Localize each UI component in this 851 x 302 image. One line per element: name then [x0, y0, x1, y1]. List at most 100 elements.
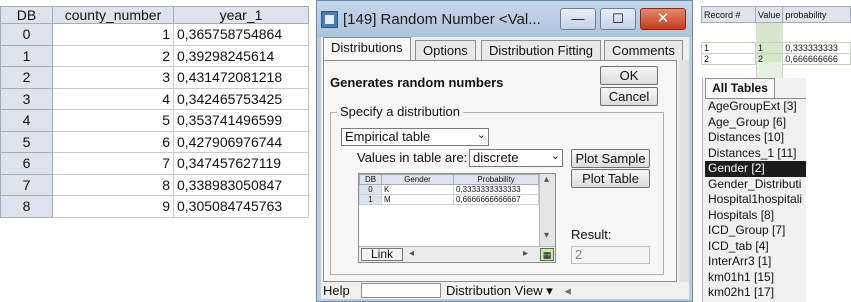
grid-cell-db[interactable]: 7	[0, 173, 53, 196]
grid-cell-year-1[interactable]: 0,305084745763	[173, 195, 309, 218]
grid-cell-year-1[interactable]: 0,427906976744	[173, 130, 309, 153]
empirical-cell-gender[interactable]: K	[381, 184, 454, 195]
empirical-table-editor[interactable]: DB Gender Probability 0 K 0,3333333333333 1…	[358, 173, 556, 263]
maximize-button[interactable]: ☐	[600, 8, 636, 30]
table-row[interactable]: 7 8 0,338983050847	[0, 173, 309, 196]
scroll-up-icon[interactable]: ▴	[544, 174, 549, 185]
tables-list[interactable]: AgeGroupExt [3] Age_Group [6] Distances [1…	[705, 98, 806, 301]
grid-cell-county-number[interactable]: 8	[52, 173, 174, 196]
record-cell-value[interactable]: 1	[754, 42, 784, 54]
grid-cell-db[interactable]: 0	[0, 23, 53, 46]
distribution-select[interactable]: Empirical table ⌄	[341, 128, 489, 146]
table-row[interactable]: 6 7 0,347457627119	[0, 152, 309, 175]
grid-cell-year-1[interactable]: 0,347457627119	[173, 152, 309, 175]
tab-all-tables[interactable]: All Tables	[705, 78, 775, 98]
record-cell-probability[interactable]: 0,333333333	[782, 42, 851, 54]
record-table[interactable]: Record # Value probability 1 1 0,333333333…	[701, 6, 851, 65]
list-item[interactable]: Gender_Distributi	[705, 177, 806, 193]
list-item[interactable]: km01h1 [15]	[705, 270, 806, 286]
table-grid-icon[interactable]: ▦	[540, 248, 554, 261]
scroll-down-icon[interactable]: ▾	[544, 230, 549, 241]
list-item[interactable]: km02h1 [17]	[705, 285, 806, 301]
grid-cell-county-number[interactable]: 6	[52, 130, 174, 153]
grid-cell-county-number[interactable]: 5	[52, 109, 174, 132]
ok-button[interactable]: OK	[600, 66, 658, 85]
grid-cell-year-1[interactable]: 0,342465753425	[173, 87, 309, 110]
plot-table-button[interactable]: Plot Table	[571, 169, 650, 188]
table-row[interactable]: 1 2 0,39298245614	[0, 44, 309, 67]
list-item[interactable]: Distances [10]	[705, 130, 806, 146]
list-item[interactable]: Hospital1hospitali	[705, 192, 806, 208]
table-row[interactable]: 0 1 0,365758754864	[0, 23, 309, 46]
generates-label: Generates random numbers	[330, 75, 504, 90]
grid-cell-db[interactable]: 5	[0, 130, 53, 153]
table-row[interactable]: 0 K 0,3333333333333	[359, 184, 539, 195]
distribution-select-value: Empirical table	[345, 129, 431, 144]
data-grid[interactable]: DB county_number year_1 0 1 0,365758754864…	[0, 6, 309, 218]
grid-cell-db[interactable]: 3	[0, 87, 53, 110]
grid-cell-county-number[interactable]: 2	[52, 44, 174, 67]
dialog-title: [149] Random Number <Val...	[343, 11, 541, 28]
list-item[interactable]: Distances_1 [11]	[705, 146, 806, 162]
table-row[interactable]: 4 5 0,353741496599	[0, 109, 309, 132]
empirical-table[interactable]: DB Gender Probability 0 K 0,3333333333333 1…	[359, 174, 539, 205]
table-row[interactable]: 2 3 0,431472081218	[0, 66, 309, 89]
minimize-button[interactable]: —	[560, 8, 596, 30]
scroll-right-icon[interactable]: ▸	[523, 248, 528, 259]
grid-cell-year-1[interactable]: 0,338983050847	[173, 173, 309, 196]
list-item[interactable]: Hospitals [8]	[705, 208, 806, 224]
grid-cell-county-number[interactable]: 4	[52, 87, 174, 110]
grid-cell-db[interactable]: 2	[0, 66, 53, 89]
plot-sample-button[interactable]: Plot Sample	[571, 149, 650, 168]
empirical-cell-db[interactable]: 0	[359, 184, 382, 195]
distribution-view-dropdown[interactable]: Distribution View ▾ ◂	[446, 283, 571, 299]
record-cell-number[interactable]: 2	[701, 53, 756, 65]
grid-cell-county-number[interactable]: 3	[52, 66, 174, 89]
grid-cell-county-number[interactable]: 1	[52, 23, 174, 46]
grid-header-year-1[interactable]: year_1	[173, 6, 309, 24]
link-button[interactable]: Link	[361, 248, 403, 261]
grid-cell-db[interactable]: 8	[0, 195, 53, 218]
values-type-select[interactable]: discrete ⌄	[469, 149, 563, 167]
empirical-cell-db[interactable]: 1	[359, 194, 382, 205]
empirical-cell-probability[interactable]: 0,3333333333333	[453, 184, 539, 195]
grid-cell-county-number[interactable]: 9	[52, 195, 174, 218]
horizontal-scrollbar[interactable]: Link ◂ ▸ ▦	[359, 246, 555, 262]
list-item[interactable]: InterArr3 [1]	[705, 254, 806, 270]
grid-header-county-number[interactable]: county_number	[52, 6, 174, 24]
grid-cell-county-number[interactable]: 7	[52, 152, 174, 175]
list-item[interactable]: ICD_tab [4]	[705, 239, 806, 255]
tab-options[interactable]: Options	[415, 40, 476, 60]
grid-cell-year-1[interactable]: 0,39298245614	[173, 44, 309, 67]
scroll-left-icon[interactable]: ◂	[409, 248, 414, 259]
record-cell-probability[interactable]: 0,666666666	[782, 53, 851, 65]
grid-cell-year-1[interactable]: 0,365758754864	[173, 23, 309, 46]
grid-header-db[interactable]: DB	[0, 6, 53, 24]
tab-distributions[interactable]: Distributions	[323, 37, 411, 61]
grid-cell-db[interactable]: 4	[0, 109, 53, 132]
tab-comments[interactable]: Comments	[604, 40, 683, 60]
scroll-left-icon[interactable]: ◂	[564, 283, 571, 298]
help-button[interactable]: Help	[323, 283, 350, 298]
table-row[interactable]: 8 9 0,305084745763	[0, 195, 309, 218]
grid-cell-year-1[interactable]: 0,431472081218	[173, 66, 309, 89]
grid-cell-year-1[interactable]: 0,353741496599	[173, 109, 309, 132]
record-cell-number[interactable]: 1	[701, 42, 756, 54]
tab-distribution-fitting[interactable]: Distribution Fitting	[481, 40, 602, 60]
list-item[interactable]: AgeGroupExt [3]	[705, 99, 806, 115]
list-item[interactable]: Gender [2]	[705, 161, 806, 177]
list-item[interactable]: ICD_Group [7]	[705, 223, 806, 239]
table-row[interactable]: 5 6 0,427906976744	[0, 130, 309, 153]
cancel-button[interactable]: Cancel	[600, 87, 658, 106]
grid-cell-db[interactable]: 1	[0, 44, 53, 67]
dialog-titlebar[interactable]: [149] Random Number <Val... — ☐ ✕	[317, 1, 692, 37]
list-item[interactable]: Age_Group [6]	[705, 115, 806, 131]
table-row[interactable]: 1 M 0,6666666666667	[359, 194, 539, 205]
dialog-scrollbar[interactable]	[679, 60, 689, 282]
grid-cell-db[interactable]: 6	[0, 152, 53, 175]
empirical-cell-probability[interactable]: 0,6666666666667	[453, 194, 539, 205]
table-row[interactable]: 3 4 0,342465753425	[0, 87, 309, 110]
table-row[interactable]: 1 1 0,333333333	[701, 42, 851, 54]
empirical-cell-gender[interactable]: M	[381, 194, 454, 205]
close-button[interactable]: ✕	[640, 8, 686, 30]
